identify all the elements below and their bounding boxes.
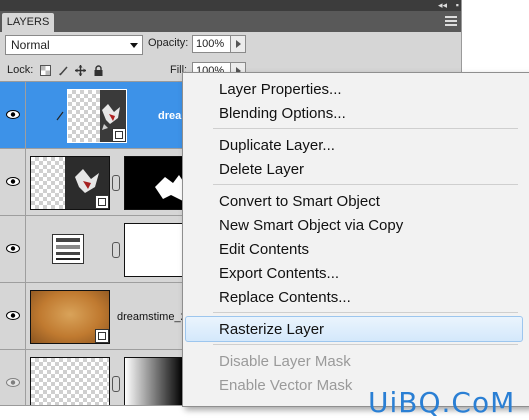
- mask-shape: [155, 175, 183, 201]
- menu-item-disable-layer-mask: Disable Layer Mask: [219, 353, 351, 370]
- chevron-down-icon: [130, 43, 138, 48]
- visibility-cell[interactable]: [0, 283, 26, 349]
- opacity-input[interactable]: 100%: [192, 35, 231, 53]
- menu-item-rasterize-layer[interactable]: Rasterize Layer: [219, 321, 324, 338]
- panel-title-strip: ◂◂ ▪: [0, 0, 461, 11]
- layer-thumbnail[interactable]: [30, 290, 110, 344]
- opacity-label: Opacity:: [148, 37, 189, 49]
- lock-position-icon[interactable]: [75, 65, 86, 76]
- menu-item-convert-to-smart-object[interactable]: Convert to Smart Object: [219, 193, 380, 210]
- eye-icon[interactable]: [6, 244, 20, 253]
- menu-item-new-smart-object-via-copy[interactable]: New Smart Object via Copy: [219, 217, 403, 234]
- layer-thumbnail[interactable]: [30, 156, 110, 210]
- menu-item-edit-contents[interactable]: Edit Contents: [219, 241, 309, 258]
- adjustment-layer-icon: [52, 234, 84, 264]
- layer-mask-thumbnail[interactable]: [124, 223, 184, 277]
- menu-item-layer-properties[interactable]: Layer Properties...: [219, 81, 342, 98]
- close-panel-icon[interactable]: ▪: [456, 0, 459, 11]
- blend-mode-value: Normal: [11, 38, 50, 52]
- visibility-cell[interactable]: [0, 350, 26, 405]
- link-icon[interactable]: [112, 175, 120, 191]
- visibility-cell[interactable]: [0, 149, 26, 215]
- smart-object-icon: [112, 128, 126, 142]
- lock-label: Lock:: [7, 64, 34, 76]
- watermark-text: UiBQ.CoM: [368, 386, 516, 419]
- smart-object-icon: [95, 329, 109, 343]
- eye-icon[interactable]: [6, 110, 20, 119]
- brush-icon: [56, 111, 64, 121]
- tab-layers[interactable]: LAYERS: [2, 13, 54, 32]
- layer-mask-thumbnail[interactable]: [124, 156, 184, 210]
- eye-icon[interactable]: [6, 311, 20, 320]
- layer-context-menu: Layer Properties... Blending Options... …: [182, 72, 529, 407]
- menu-item-blending-options[interactable]: Blending Options...: [219, 105, 346, 122]
- panel-tab-bar: LAYERS: [0, 11, 461, 32]
- collapse-panel-icon[interactable]: ◂◂: [438, 0, 447, 11]
- layer-name: dreamstime_2: [117, 311, 187, 323]
- menu-separator: [213, 344, 518, 345]
- menu-item-export-contents[interactable]: Export Contents...: [219, 265, 339, 282]
- menu-item-enable-vector-mask: Enable Vector Mask: [219, 377, 353, 394]
- menu-item-replace-contents[interactable]: Replace Contents...: [219, 289, 351, 306]
- smart-object-icon: [95, 195, 109, 209]
- blend-mode-select[interactable]: Normal: [5, 35, 143, 55]
- link-icon[interactable]: [112, 242, 120, 258]
- layer-thumbnail[interactable]: [67, 89, 127, 143]
- menu-separator: [213, 128, 518, 129]
- lock-transparent-icon[interactable]: [40, 65, 51, 76]
- layer-thumbnail[interactable]: [30, 357, 110, 405]
- menu-item-delete-layer[interactable]: Delete Layer: [219, 161, 304, 178]
- menu-separator: [213, 184, 518, 185]
- visibility-cell[interactable]: [0, 216, 26, 282]
- eye-icon[interactable]: [6, 378, 20, 387]
- link-icon[interactable]: [112, 376, 120, 392]
- opacity-slider-button[interactable]: [230, 35, 246, 53]
- panel-menu-icon[interactable]: [445, 16, 457, 26]
- menu-separator: [213, 312, 518, 313]
- visibility-cell[interactable]: [0, 82, 26, 148]
- eye-icon[interactable]: [6, 177, 20, 186]
- lock-all-icon[interactable]: [93, 65, 104, 76]
- menu-item-duplicate-layer[interactable]: Duplicate Layer...: [219, 137, 335, 154]
- layer-mask-thumbnail[interactable]: [124, 357, 184, 405]
- lock-pixels-icon[interactable]: [58, 65, 69, 76]
